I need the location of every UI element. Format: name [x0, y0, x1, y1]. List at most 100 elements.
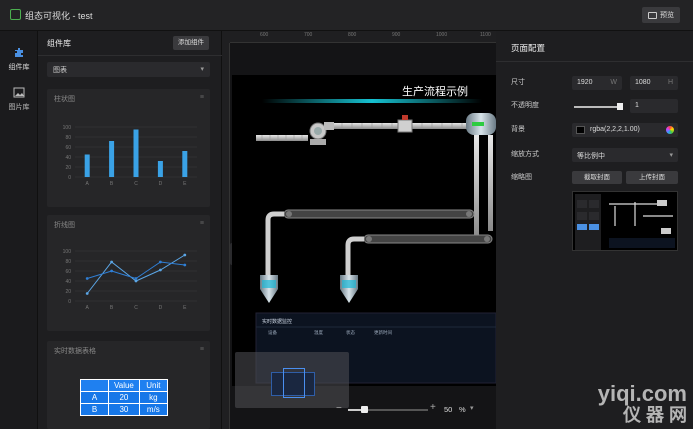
data-point	[85, 292, 89, 295]
y-tick-label: 100	[63, 249, 72, 255]
monitor-icon	[648, 11, 657, 19]
x-tick-label: D	[159, 305, 163, 311]
scale-select[interactable]: 等比例中 ▾	[572, 148, 678, 162]
app-title: 组态可视化 - test	[25, 11, 93, 21]
data-table: Value Unit A 20 kg B 30 m/s	[80, 379, 168, 416]
line-chart: 100 80 60 40 20 0 A B C D E	[63, 249, 197, 311]
data-point	[110, 260, 113, 264]
background-label: 背景	[511, 126, 525, 133]
title-glow-line	[262, 99, 482, 103]
category-select[interactable]: 图表 ▾	[47, 62, 210, 77]
silo-icon	[260, 275, 278, 303]
x-tick-label: E	[183, 305, 187, 311]
ruler-mark: 700	[304, 32, 313, 38]
x-tick-label: B	[110, 305, 114, 311]
preview-button[interactable]: 预览	[642, 7, 680, 23]
bar	[133, 129, 139, 177]
size-label: 尺寸	[511, 79, 525, 86]
page-config-panel: 页面配置 尺寸 1920 W 1080 H 不透明度 1 背景 rgba(2,2…	[496, 31, 693, 429]
table-cell: 30	[108, 403, 140, 416]
opacity-label: 不透明度	[511, 102, 539, 109]
scale-value: 等比例中	[577, 153, 605, 160]
y-tick-label: 20	[65, 289, 71, 295]
ruler-mark: 1000	[436, 32, 448, 38]
category-value: 图表	[53, 67, 67, 74]
upload-cover-button[interactable]: 上传封面	[626, 171, 678, 184]
pipe	[256, 135, 308, 141]
chevron-down-icon: ▾	[669, 152, 673, 159]
ruler-mark: 900	[392, 32, 401, 38]
watermark: yiqi.com 仪 器 网	[597, 381, 687, 426]
add-component-button[interactable]: 添加组件	[173, 36, 209, 50]
zoom-value[interactable]: 50	[444, 405, 452, 414]
conveyor	[363, 234, 493, 244]
x-tick-label: A	[86, 305, 90, 311]
zoom-bar: − + 50 % ▾	[322, 400, 482, 418]
drag-handle-icon[interactable]: ≡	[200, 346, 204, 353]
design-canvas[interactable]: 生产流程示例 实时数据监控 设备 温度 状态 更新时间	[232, 75, 497, 386]
zoom-slider-knob[interactable]	[361, 406, 368, 413]
panel-header-temp: 温度	[314, 330, 323, 335]
x-tick-label: C	[134, 181, 138, 187]
data-point	[159, 268, 162, 272]
capture-cover-button[interactable]: 截取封面	[572, 171, 622, 184]
y-tick-label: 80	[65, 259, 71, 265]
pipe	[345, 236, 364, 275]
ruler-corner	[222, 31, 230, 43]
opacity-slider-knob[interactable]	[617, 103, 623, 110]
title-bar: 组态可视化 - test 预览	[0, 0, 693, 31]
minimap-viewport[interactable]	[283, 368, 305, 398]
y-tick-label: 0	[68, 299, 71, 305]
puzzle-icon	[15, 48, 23, 57]
pipe	[474, 135, 479, 239]
canvas-title: 生产流程示例	[402, 86, 468, 98]
config-title: 页面配置	[511, 43, 546, 53]
editor-stage: 600 700 800 900 1000 1100 生产流程示例 实时数据监控 …	[222, 31, 497, 429]
component-library: 组件库 添加组件 图表 ▾ 柱状图 ≡ 100 80 60 40 20 0 A B C D E 折线…	[38, 31, 222, 429]
table-cell: A	[80, 391, 109, 404]
table-row: Value Unit	[80, 379, 168, 392]
table-cell: m/s	[138, 403, 168, 416]
background-value: rgba(2,2,2,1.00)	[590, 126, 640, 133]
table-row: B 30 m/s	[80, 403, 168, 416]
rail-item-images[interactable]: 图片库	[0, 87, 38, 112]
color-swatch	[576, 126, 585, 134]
silo-icon	[340, 275, 358, 303]
divider	[38, 55, 222, 56]
watermark-line1: yiqi.com	[597, 381, 687, 406]
chevron-down-icon: ▾	[200, 66, 204, 73]
opacity-input[interactable]: 1	[630, 99, 678, 113]
zoom-out-icon[interactable]: −	[336, 403, 342, 414]
bar-chart-card[interactable]: 柱状图 ≡ 100 80 60 40 20 0 A B C D E	[47, 89, 210, 207]
thumbnail-label: 缩略图	[511, 174, 532, 181]
data-point	[183, 253, 187, 257]
table-card[interactable]: 实时数据表格 ≡ Value Unit A 20 kg B 30 m/s	[47, 341, 210, 429]
data-point	[134, 279, 138, 283]
opacity-slider[interactable]	[574, 103, 623, 110]
background-color-input[interactable]: rgba(2,2,2,1.00)	[572, 123, 678, 137]
color-picker-icon[interactable]	[666, 126, 674, 134]
line-chart-card[interactable]: 折线图 ≡ 100 80 60 40 20 0 A B C D E	[47, 215, 210, 331]
bar	[84, 154, 90, 177]
zoom-in-icon[interactable]: +	[430, 402, 436, 413]
ruler-mark: 800	[348, 32, 357, 38]
width-unit: W	[610, 79, 617, 86]
data-point	[110, 269, 113, 273]
chevron-down-icon[interactable]: ▾	[470, 404, 474, 412]
height-input[interactable]: 1080 H	[630, 76, 678, 90]
bar	[157, 161, 163, 177]
table-cell: kg	[138, 391, 168, 404]
table-cell	[80, 379, 109, 392]
bar	[109, 141, 115, 177]
divider	[496, 61, 693, 62]
width-input[interactable]: 1920 W	[572, 76, 622, 90]
vertical-ruler	[222, 43, 230, 429]
conveyor	[283, 209, 475, 219]
process-diagram	[255, 99, 497, 384]
horizontal-ruler: 600 700 800 900 1000 1100	[230, 31, 496, 43]
zoom-slider[interactable]	[348, 406, 428, 413]
valve-icon	[397, 115, 413, 133]
y-tick-label: 60	[65, 145, 71, 151]
panel-title: 实时数据监控	[262, 319, 293, 325]
rail-item-components[interactable]: 组件库	[0, 46, 38, 72]
